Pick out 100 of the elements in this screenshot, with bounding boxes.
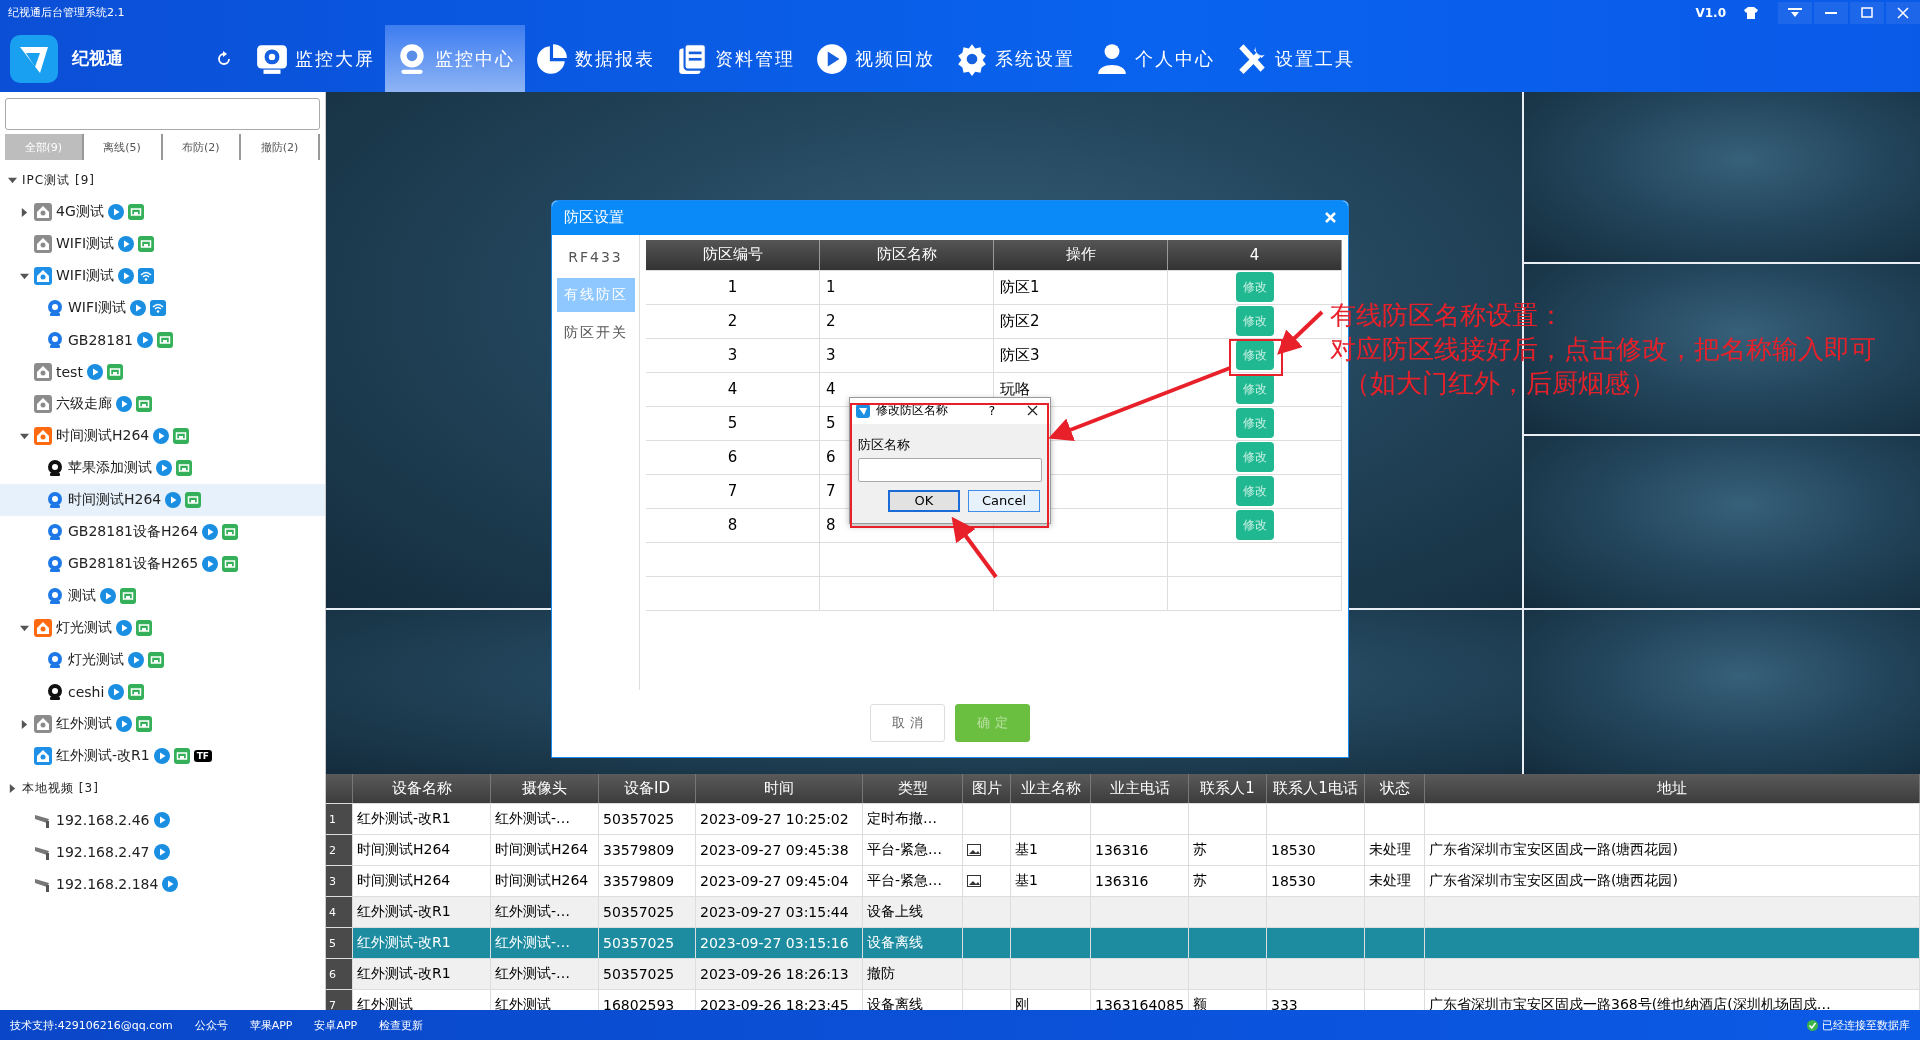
play-icon[interactable]	[118, 236, 135, 252]
image-icon[interactable]	[967, 844, 981, 856]
close-icon[interactable]	[1027, 405, 1038, 417]
column-header[interactable]: 类型	[863, 774, 963, 803]
maximize-button[interactable]	[1850, 1, 1884, 24]
play-icon[interactable]	[153, 428, 170, 444]
footer-link[interactable]: 公众号	[194, 1017, 228, 1033]
tree-item[interactable]: 六级走廊	[0, 388, 325, 420]
column-header[interactable]: 摄像头	[491, 774, 599, 803]
caret-right-icon[interactable]	[19, 719, 29, 729]
caret-down-icon[interactable]	[19, 623, 29, 633]
tree-item[interactable]: WIFI测试	[0, 292, 325, 324]
tree-item[interactable]: 192.168.2.46	[0, 804, 325, 836]
dialog-nav-tab[interactable]: RF433	[556, 239, 635, 274]
shirt-icon[interactable]	[1744, 6, 1758, 19]
dialog-nav-tab[interactable]: 防区开关	[556, 315, 635, 350]
column-header[interactable]: 状态	[1365, 774, 1425, 803]
column-header[interactable]: 联系人1电话	[1267, 774, 1365, 803]
play-icon[interactable]	[118, 268, 135, 284]
cancel-button[interactable]: 取 消	[870, 704, 945, 743]
column-header[interactable]: 设备ID	[599, 774, 696, 803]
play-icon[interactable]	[107, 204, 124, 220]
event-row[interactable]: 4 红外测试-改R1 红外测试-… 50357025 2023-09-27 03:15:44 设备上线	[326, 897, 1920, 928]
column-header[interactable]: 业主电话	[1091, 774, 1189, 803]
play-icon[interactable]	[153, 748, 170, 764]
caret-down-icon[interactable]	[19, 431, 29, 441]
tree-item[interactable]: WIFI测试	[0, 228, 325, 260]
play-icon[interactable]	[153, 812, 170, 828]
tree-item[interactable]: 时间测试H264	[0, 484, 325, 516]
nav-tab[interactable]: 系统设置	[945, 25, 1085, 92]
help-button[interactable]: ?	[988, 403, 995, 418]
zone-name-field[interactable]	[858, 457, 1042, 482]
column-header[interactable]: 业主名称	[1011, 774, 1091, 803]
event-row[interactable]: 6 红外测试-改R1 红外测试-… 50357025 2023-09-26 18:26:13 撤防	[326, 959, 1920, 990]
event-row[interactable]: 1 红外测试-改R1 红外测试-… 50357025 2023-09-27 10:25:02 定时布撤…	[326, 804, 1920, 835]
minimize-button[interactable]	[1814, 1, 1848, 24]
tree-item[interactable]: 红外测试-改R1 TF	[0, 740, 325, 772]
refresh-icon[interactable]	[215, 49, 233, 68]
caret-right-icon[interactable]	[7, 783, 17, 793]
footer-link[interactable]: 安卓APP	[314, 1017, 358, 1033]
video-pane[interactable]	[1524, 436, 1920, 608]
tree-item[interactable]: test	[0, 356, 325, 388]
play-icon[interactable]	[100, 588, 116, 604]
caret-down-icon[interactable]	[7, 175, 17, 185]
caret-right-icon[interactable]	[19, 207, 29, 217]
play-icon[interactable]	[162, 876, 179, 892]
play-icon[interactable]	[128, 652, 144, 668]
tree-item[interactable]: WIFI测试	[0, 260, 325, 292]
play-icon[interactable]	[202, 556, 219, 572]
ok-button[interactable]: OK	[888, 489, 960, 512]
nav-tab[interactable]: 个人中心	[1085, 25, 1225, 92]
cancel-button[interactable]: Cancel	[968, 489, 1040, 512]
column-header[interactable]: 图片	[963, 774, 1011, 803]
tree-item[interactable]: 192.168.2.184	[0, 868, 325, 900]
close-button[interactable]	[1886, 1, 1920, 24]
footer-link[interactable]: 检查更新	[379, 1017, 424, 1033]
play-icon[interactable]	[130, 300, 147, 316]
column-header[interactable]: 地址	[1425, 774, 1920, 803]
tree-item[interactable]: GB28181设备H264	[0, 516, 325, 548]
column-header[interactable]: 时间	[696, 774, 863, 803]
caret-down-icon[interactable]	[19, 271, 29, 281]
footer-link[interactable]: 技术支持:429106216@qq.com	[10, 1017, 173, 1033]
image-icon[interactable]	[967, 875, 981, 887]
play-icon[interactable]	[116, 396, 132, 412]
nav-tab[interactable]: 资料管理	[665, 25, 805, 92]
search-field[interactable]	[5, 98, 320, 130]
play-icon[interactable]	[202, 524, 219, 540]
play-icon[interactable]	[165, 492, 182, 508]
play-icon[interactable]	[137, 332, 153, 348]
nav-tab[interactable]: 数据报表	[525, 25, 665, 92]
nav-tab[interactable]: 监控大屏	[245, 25, 385, 92]
column-header[interactable]: 设备名称	[353, 774, 491, 803]
play-icon[interactable]	[116, 716, 132, 732]
video-pane[interactable]	[1524, 610, 1920, 774]
nav-tab[interactable]: 视频回放	[805, 25, 945, 92]
tree-item[interactable]: 本地视频 [3]	[0, 772, 325, 804]
tree-item[interactable]: 灯光测试	[0, 612, 325, 644]
dropdown-button[interactable]	[1778, 1, 1812, 24]
play-icon[interactable]	[116, 620, 132, 636]
tree-item[interactable]: ceshi	[0, 676, 325, 708]
footer-link[interactable]: 苹果APP	[249, 1017, 293, 1033]
tree-item[interactable]: 苹果添加测试	[0, 452, 325, 484]
tree-item[interactable]: 测试	[0, 580, 325, 612]
column-header[interactable]: 联系人1	[1189, 774, 1267, 803]
tree-item[interactable]: GB28181设备H265	[0, 548, 325, 580]
tree-item[interactable]: IPC测试 [9]	[0, 164, 325, 196]
play-icon[interactable]	[153, 844, 170, 860]
play-icon[interactable]	[86, 364, 103, 380]
event-row[interactable]: 5 红外测试-改R1 红外测试-… 50357025 2023-09-27 03:15:16 设备离线	[326, 928, 1920, 959]
tree-item[interactable]: 192.168.2.47	[0, 836, 325, 868]
play-icon[interactable]	[108, 684, 125, 700]
tree-item[interactable]: 4G测试	[0, 196, 325, 228]
video-pane[interactable]	[1524, 92, 1920, 262]
play-icon[interactable]	[156, 460, 172, 476]
tree-item[interactable]: GB28181	[0, 324, 325, 356]
tree-item[interactable]: 红外测试	[0, 708, 325, 740]
tree-item[interactable]: 时间测试H264	[0, 420, 325, 452]
nav-tab[interactable]: 设置工具	[1225, 25, 1365, 92]
event-row[interactable]: 2 时间测试H264 时间测试H264 33579809 2023-09-27 09:45:38 平台-紧急… 基1 136316 苏 18530 未处理 广东省深圳市宝安区固戍一路(塘西花园)	[326, 835, 1920, 866]
tree-item[interactable]: 灯光测试	[0, 644, 325, 676]
